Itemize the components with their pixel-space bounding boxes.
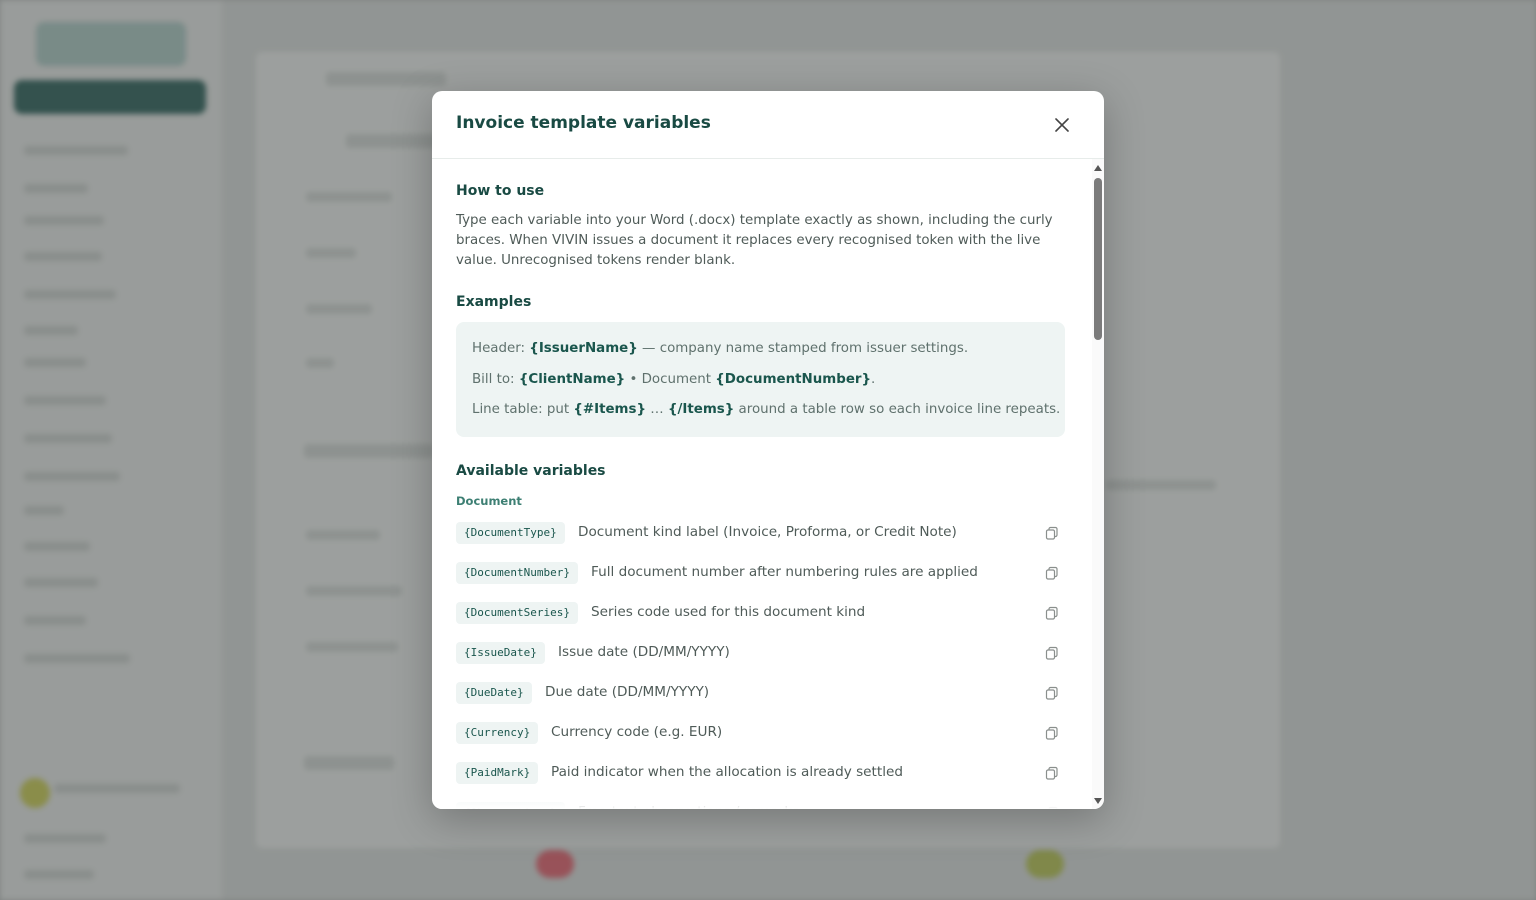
variable-description: Full document number after numbering rul… [591,564,978,580]
examples-heading: Examples [456,294,532,310]
variable-token[interactable]: {DueDate} [456,682,532,704]
copy-icon [1045,566,1058,580]
examples-box: Header: {IssuerName} — company name stam… [456,322,1065,437]
variable-row: {Currency} Currency code (e.g. EUR) [456,719,1064,747]
variable-token[interactable]: {DocumentNumber} [456,562,578,584]
modal-header: Invoice template variables [432,91,1104,159]
example-line: Header: {IssuerName} — company name stam… [472,341,968,356]
example-line: Line table: put {#Items} … {/Items} arou… [472,402,1060,417]
modal-title: Invoice template variables [456,113,711,133]
example-line: Bill to: {ClientName} • Document {Docume… [472,372,875,387]
copy-button[interactable] [1044,605,1060,621]
how-to-use-heading: How to use [456,183,545,199]
variable-token[interactable]: {DocumentType} [456,522,565,544]
scroll-down-arrow-icon[interactable] [1094,798,1102,804]
example-token: {ClientName} [518,372,626,387]
copy-button[interactable] [1044,565,1060,581]
example-text: Header: [472,341,530,356]
variables-modal: Invoice template variables How to use Ty… [432,91,1104,809]
example-text: • Document [625,372,716,387]
variable-token[interactable]: {PaidMark} [456,762,539,784]
example-text: … [646,402,668,417]
available-variables-heading: Available variables [456,463,606,479]
copy-icon [1045,686,1058,700]
copy-button[interactable] [1044,725,1060,741]
variable-description: Paid indicator when the allocation is al… [551,764,903,780]
variable-group-label: Document [456,494,522,508]
variable-row: {DocumentNumber} Full document number aft… [456,559,1064,587]
example-token: {DocumentNumber} [715,372,872,387]
copy-icon [1045,646,1058,660]
copy-button[interactable] [1044,645,1060,661]
variable-token[interactable]: {IssueDate} [456,642,545,664]
scrollbar-thumb[interactable] [1094,178,1102,340]
close-icon [1055,118,1069,132]
example-text: Line table: put [472,402,574,417]
example-token: {/Items} [667,402,735,417]
modal-scrollbar[interactable] [1092,159,1104,809]
variable-description: Series code used for this document kind [591,604,866,620]
variable-row: {DocumentType} Document kind label (Invoi… [456,519,1064,547]
how-to-use-text: Type each variable into your Word (.docx… [456,213,1053,268]
scroll-up-arrow-icon[interactable] [1094,165,1102,171]
close-button[interactable] [1050,113,1074,137]
example-text: Bill to: [472,372,519,387]
variable-row: {DueDate} Due date (DD/MM/YYYY) [456,679,1064,707]
copy-button[interactable] [1044,685,1060,701]
example-text: — company name stamped from issuer setti… [637,341,969,356]
example-text: around a table row so each invoice line … [734,402,1061,417]
copy-icon [1045,766,1058,780]
copy-button[interactable] [1044,765,1060,781]
copy-icon [1045,726,1058,740]
variable-token[interactable]: {DocumentSeries} [456,602,578,624]
copy-icon [1045,606,1058,620]
example-token: {IssuerName} [529,341,638,356]
variable-description: Document kind label (Invoice, Proforma, … [578,524,957,540]
variable-row: {PaidMark} Paid indicator when the alloca… [456,759,1064,787]
scroll-fade [432,789,1092,809]
variable-description: Due date (DD/MM/YYYY) [545,684,710,700]
variable-description: Currency code (e.g. EUR) [551,724,723,740]
variable-token[interactable]: {Currency} [456,722,539,744]
copy-button[interactable] [1044,525,1060,541]
example-token: {#Items} [573,402,647,417]
modal-body: How to use Type each variable into your … [432,159,1092,809]
copy-icon [1045,526,1058,540]
variable-description: Issue date (DD/MM/YYYY) [558,644,730,660]
variable-row: {IssueDate} Issue date (DD/MM/YYYY) [456,639,1064,667]
example-text: . [871,372,876,387]
variable-row: {DocumentSeries} Series code used for thi… [456,599,1064,627]
